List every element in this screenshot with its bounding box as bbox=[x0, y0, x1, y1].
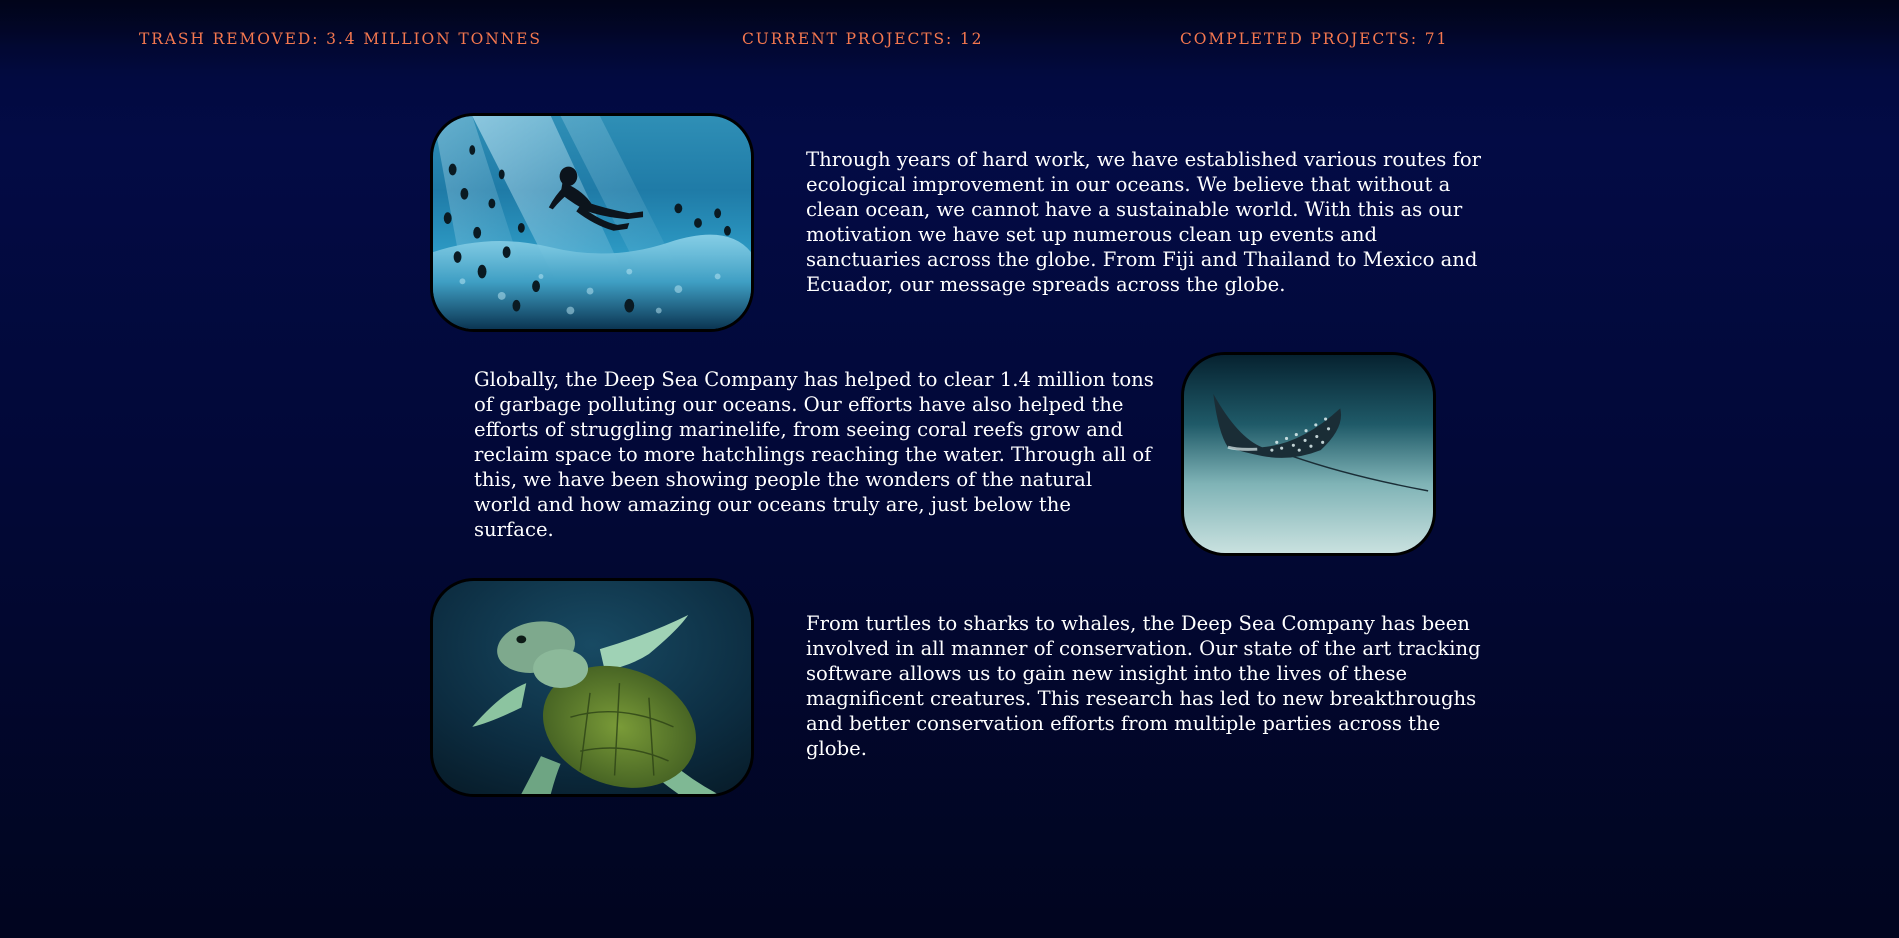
stat-current-projects: CURRENT PROJECTS: 12 bbox=[742, 30, 984, 48]
stats-bar: TRASH REMOVED: 3.4 MILLION TONNES CURREN… bbox=[0, 0, 1899, 80]
snorkeler-with-fish-photo bbox=[430, 113, 754, 332]
section-paragraph-garbage-cleared: Globally, the Deep Sea Company has helpe… bbox=[474, 368, 1154, 541]
section-paragraph-routes: Through years of hard work, we have esta… bbox=[806, 148, 1481, 296]
spotted-eagle-ray-photo bbox=[1181, 352, 1436, 556]
stat-trash-removed: TRASH REMOVED: 3.4 MILLION TONNES bbox=[139, 30, 542, 48]
stat-completed-projects: COMPLETED PROJECTS: 71 bbox=[1180, 30, 1449, 48]
sea-turtle-photo bbox=[430, 578, 754, 797]
section-paragraph-conservation: From turtles to sharks to whales, the De… bbox=[806, 612, 1481, 760]
